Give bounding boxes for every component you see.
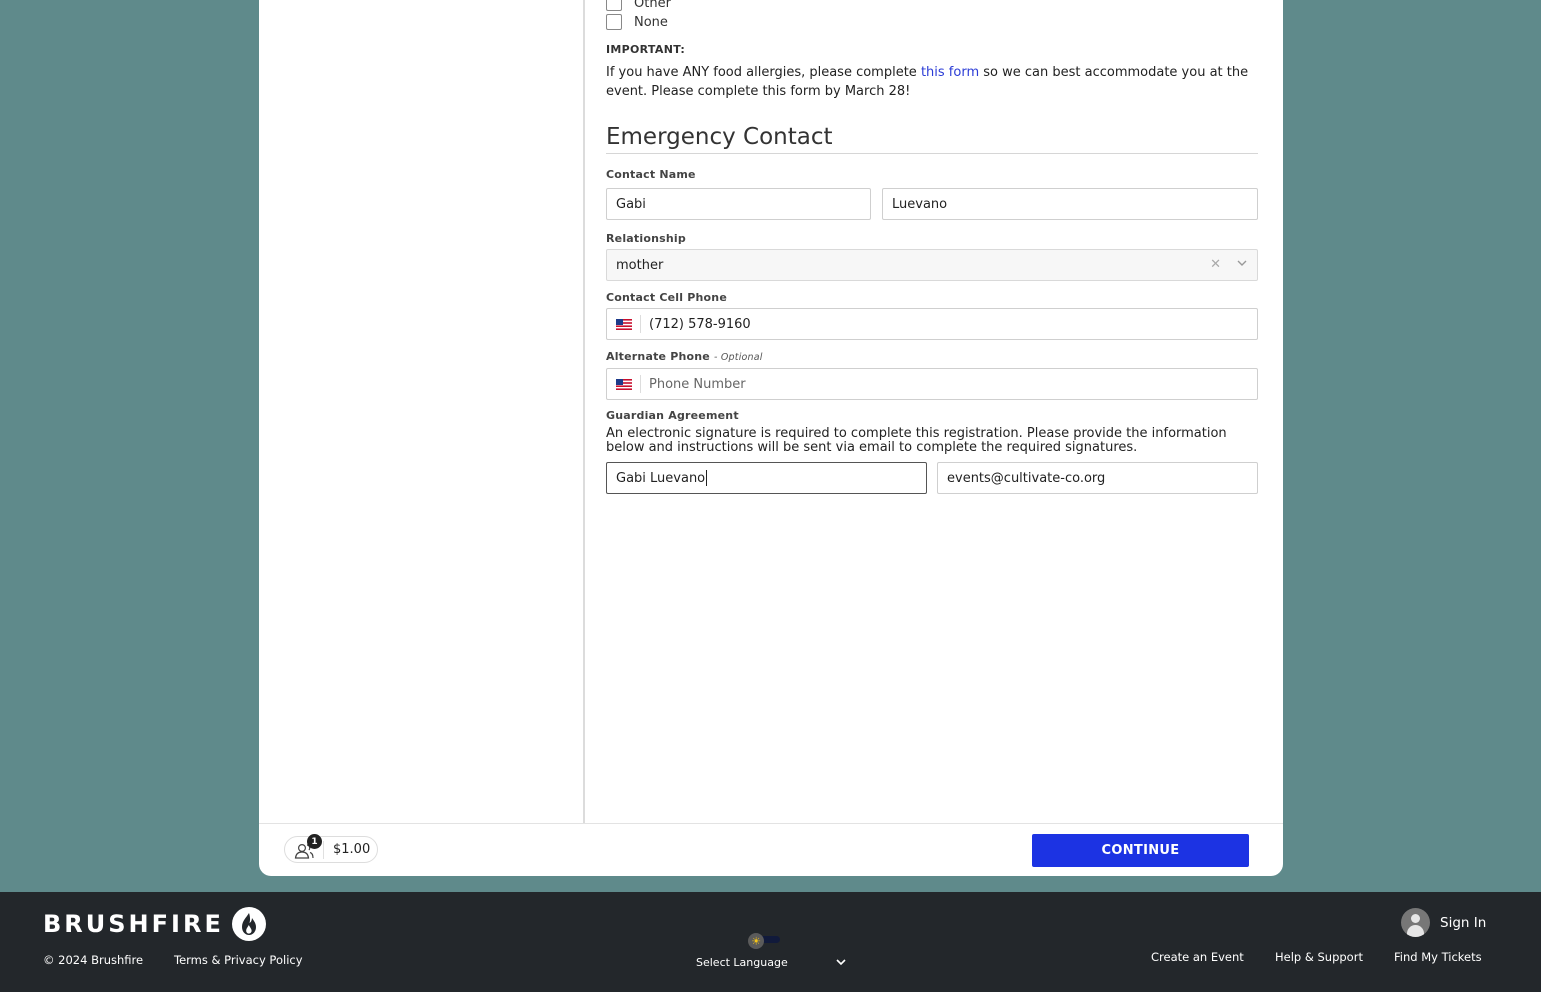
cart-summary[interactable]: 1 $1.00: [284, 834, 378, 863]
checkbox-label: Other: [634, 0, 671, 11]
theme-toggle[interactable]: ☀: [748, 933, 782, 949]
cart-separator: [323, 841, 324, 859]
input-value: Gabi Luevano: [616, 470, 706, 486]
input-value: Gabi: [616, 196, 646, 212]
notice-text: If you have ANY food allergies, please c…: [606, 65, 921, 80]
sidebar-divider: [583, 0, 585, 823]
registration-card: Other None IMPORTANT: If you have ANY fo…: [259, 0, 1283, 876]
cart-count-badge: 1: [307, 834, 322, 849]
checkbox-label: None: [634, 14, 668, 30]
guardian-agreement-label: Guardian Agreement: [606, 409, 739, 422]
input-placeholder: Phone Number: [649, 376, 746, 392]
first-name-input[interactable]: Gabi: [606, 188, 871, 220]
create-event-link[interactable]: Create an Event: [1151, 950, 1244, 964]
find-tickets-link[interactable]: Find My Tickets: [1394, 950, 1482, 964]
chevron-down-icon[interactable]: [1237, 258, 1247, 268]
input-value: Luevano: [892, 196, 948, 212]
user-avatar-icon: [1401, 908, 1430, 937]
select-value: mother: [616, 257, 664, 273]
input-value: events@cultivate-co.org: [947, 470, 1106, 486]
checkout-bar: 1 $1.00 CONTINUE: [259, 823, 1283, 876]
guardian-agreement-text: An electronic signature is required to c…: [606, 426, 1227, 455]
cell-phone-label: Contact Cell Phone: [606, 291, 727, 304]
sun-icon: ☀: [748, 933, 764, 949]
language-select-label: Select Language: [696, 956, 788, 969]
alternate-phone-label: Alternate Phone - Optional: [606, 350, 763, 363]
checkbox[interactable]: [606, 0, 622, 11]
chevron-down-icon[interactable]: [836, 957, 846, 967]
brushfire-logo[interactable]: BRUSHFIRE: [43, 907, 266, 941]
important-label: IMPORTANT:: [606, 43, 686, 56]
site-footer: BRUSHFIRE © 2024 Brushfire Terms & Priva…: [0, 892, 1541, 992]
checkbox[interactable]: [606, 14, 622, 30]
language-selector[interactable]: ☀ Select Language: [696, 930, 850, 970]
section-divider: [606, 153, 1258, 154]
clear-icon[interactable]: ✕: [1210, 257, 1221, 272]
cell-phone-input[interactable]: (712) 578-9160: [606, 308, 1258, 340]
continue-button[interactable]: CONTINUE: [1032, 834, 1249, 867]
input-value: (712) 578-9160: [649, 316, 751, 332]
sign-in-button[interactable]: Sign In: [1401, 908, 1486, 937]
important-notice: If you have ANY food allergies, please c…: [606, 63, 1258, 101]
cart-total: $1.00: [333, 842, 371, 857]
sign-in-label: Sign In: [1440, 914, 1487, 931]
alternate-phone-input[interactable]: Phone Number: [606, 368, 1258, 400]
label-text: Alternate Phone: [606, 350, 710, 363]
relationship-label: Relationship: [606, 232, 686, 245]
checkbox-option-none[interactable]: None: [606, 14, 668, 30]
allergy-form-link[interactable]: this form: [921, 65, 979, 80]
optional-tag: - Optional: [714, 352, 763, 363]
help-support-link[interactable]: Help & Support: [1275, 950, 1363, 964]
us-flag-icon[interactable]: [607, 315, 641, 333]
last-name-input[interactable]: Luevano: [882, 188, 1258, 220]
section-title: Emergency Contact: [606, 124, 833, 150]
copyright: © 2024 Brushfire: [43, 953, 144, 967]
checkbox-option-other[interactable]: Other: [606, 0, 671, 11]
us-flag-icon[interactable]: [607, 375, 641, 393]
relationship-select[interactable]: mother ✕: [606, 249, 1258, 281]
guardian-name-input[interactable]: Gabi Luevano: [606, 462, 927, 494]
logo-text: BRUSHFIRE: [43, 910, 224, 938]
contact-name-label: Contact Name: [606, 168, 696, 181]
guardian-email-input[interactable]: events@cultivate-co.org: [937, 462, 1258, 494]
flame-icon: [231, 907, 266, 941]
terms-link[interactable]: Terms & Privacy Policy: [174, 953, 303, 967]
text-caret: [706, 470, 708, 486]
